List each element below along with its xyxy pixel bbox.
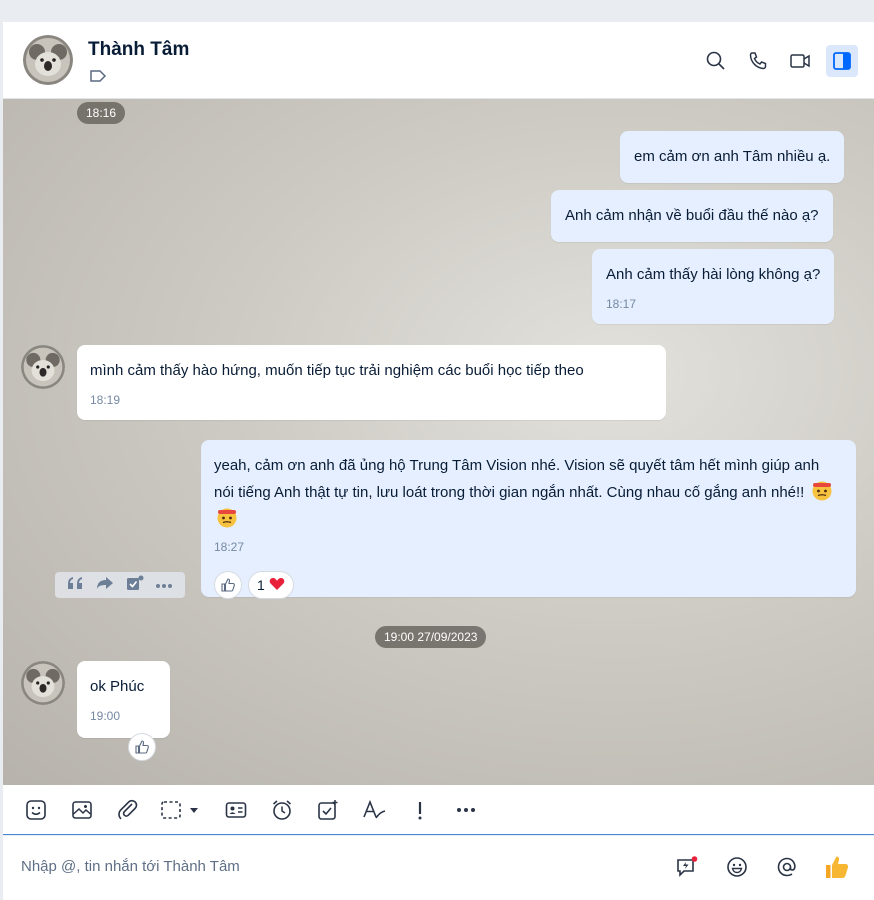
add-task-icon[interactable] <box>126 575 144 596</box>
determined-face-emoji <box>811 479 833 501</box>
message-composer <box>3 836 874 900</box>
message-text: Anh cảm thấy hài lòng không ạ? <box>606 266 821 283</box>
more-options-icon[interactable] <box>155 576 173 594</box>
sender-avatar[interactable] <box>21 345 65 389</box>
react-like-button[interactable] <box>214 571 242 599</box>
window-top-strip <box>0 0 874 22</box>
date-separator: 19:00 27/09/2023 <box>375 626 487 648</box>
composer-toolbar <box>3 785 874 835</box>
message-text: Anh cảm nhận về buổi đầu thế nào ạ? <box>565 207 819 224</box>
message-bubble-sent[interactable]: em cảm ơn anh Tâm nhiều ạ. <box>620 131 845 183</box>
chat-header: Thành Tâm <box>3 22 874 99</box>
quick-message-icon[interactable] <box>672 852 702 882</box>
phone-icon[interactable] <box>742 45 774 77</box>
more-icon[interactable] <box>451 792 481 828</box>
image-icon[interactable] <box>67 792 97 828</box>
heart-icon <box>269 577 285 594</box>
video-call-icon[interactable] <box>784 45 816 77</box>
urgent-icon[interactable] <box>405 792 435 828</box>
message-text: yeah, cảm ơn anh đã ủng hộ Trung Tâm Vis… <box>214 453 843 533</box>
message-time: 18:19 <box>90 393 121 407</box>
message-time: 18:27 <box>214 540 245 554</box>
react-like-button[interactable] <box>128 733 156 761</box>
screenshot-icon[interactable] <box>159 792 205 828</box>
mention-icon[interactable] <box>772 852 802 882</box>
message-bubble-received[interactable]: ok Phúc 19:00 <box>77 661 170 738</box>
message-time: 19:00 <box>90 709 121 723</box>
message-text: ok Phúc <box>90 678 145 695</box>
message-bubble-sent[interactable]: Anh cảm nhận về buổi đầu thế nào ạ? <box>551 190 833 242</box>
reminder-clock-icon[interactable] <box>267 792 297 828</box>
message-body: yeah, cảm ơn anh đã ủng hộ Trung Tâm Vis… <box>214 457 820 501</box>
sidebar-toggle-icon[interactable] <box>826 45 858 77</box>
contact-name[interactable]: Thành Tâm <box>88 39 189 61</box>
attachment-icon[interactable] <box>113 792 143 828</box>
determined-face-emoji <box>216 506 238 528</box>
emoji-icon[interactable] <box>722 852 752 882</box>
time-separator: 18:16 <box>77 102 126 124</box>
search-icon[interactable] <box>700 45 732 77</box>
forward-icon[interactable] <box>96 576 114 595</box>
sticker-icon[interactable] <box>21 792 51 828</box>
reaction-count: 1 <box>257 577 265 593</box>
message-list[interactable]: 18:16 em cảm ơn anh Tâm nhiều ạ. Anh cảm… <box>3 99 874 785</box>
contact-card-icon[interactable] <box>221 792 251 828</box>
reaction-summary[interactable]: 1 <box>248 571 294 599</box>
contact-avatar[interactable] <box>23 35 73 85</box>
message-text: mình cảm thấy hào hứng, muốn tiếp tục tr… <box>90 362 584 379</box>
thumbs-up-icon[interactable] <box>822 852 852 882</box>
label-tag-icon[interactable] <box>89 69 107 83</box>
message-hover-actions <box>55 572 185 598</box>
text-format-icon[interactable] <box>359 792 389 828</box>
message-bubble-received[interactable]: mình cảm thấy hào hứng, muốn tiếp tục tr… <box>77 345 666 420</box>
message-bubble-sent[interactable]: yeah, cảm ơn anh đã ủng hộ Trung Tâm Vis… <box>201 440 856 597</box>
message-input[interactable] <box>21 858 641 875</box>
quote-icon[interactable] <box>67 576 85 595</box>
task-icon[interactable] <box>313 792 343 828</box>
sender-avatar[interactable] <box>21 661 65 705</box>
message-text: em cảm ơn anh Tâm nhiều ạ. <box>634 148 831 165</box>
message-bubble-sent[interactable]: Anh cảm thấy hài lòng không ạ? 18:17 <box>592 249 835 324</box>
message-time: 18:17 <box>606 297 637 311</box>
